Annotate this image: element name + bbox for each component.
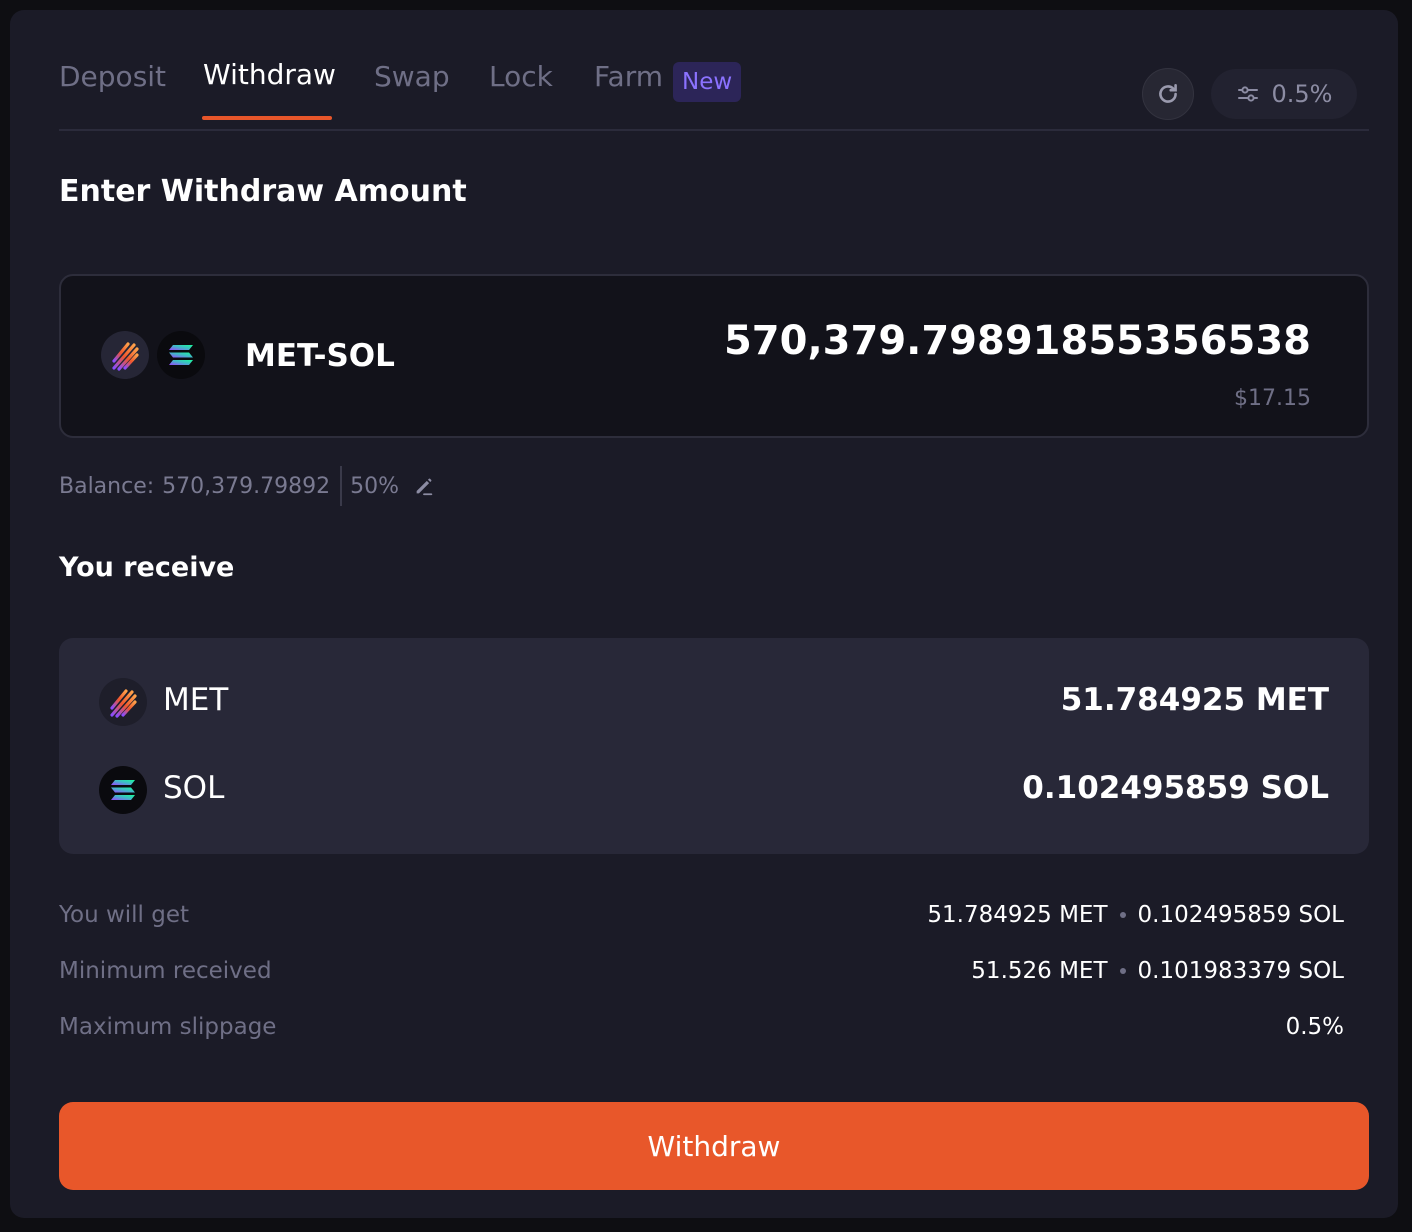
receive-amount-sol: 0.102495859 SOL xyxy=(1022,770,1329,806)
new-badge: New xyxy=(673,62,742,102)
separator-dot xyxy=(1119,968,1126,974)
slippage-value: 0.5% xyxy=(1271,80,1333,108)
balance-label: Balance: xyxy=(59,473,155,499)
balance-row: Balance: 570,379.79892 50% xyxy=(59,466,435,506)
met-token-icon xyxy=(101,331,149,379)
met-token-icon xyxy=(99,678,147,726)
sliders-icon xyxy=(1237,86,1258,102)
receive-token-met: MET xyxy=(163,682,229,718)
max-slippage-label: Maximum slippage xyxy=(59,1014,277,1040)
you-will-get-label: You will get xyxy=(59,902,190,928)
minimum-received-sol: 0.101983379 SOL xyxy=(1137,958,1344,984)
receive-card: MET 51.784925 MET SOL 0.102495859 SOL xyxy=(59,638,1369,854)
minimum-received-met: 51.526 MET xyxy=(971,958,1108,984)
pair-name: MET-SOL xyxy=(245,338,395,374)
minimum-received-label: Minimum received xyxy=(59,958,272,984)
receive-token-sol: SOL xyxy=(163,770,225,806)
you-will-get-met: 51.784925 MET xyxy=(927,902,1108,928)
pencil-icon[interactable] xyxy=(413,475,435,497)
refresh-button[interactable] xyxy=(1142,68,1194,120)
withdraw-panel: Deposit Withdraw Swap Lock Farm New 0.5%… xyxy=(10,10,1398,1218)
you-will-get-sol: 0.102495859 SOL xyxy=(1137,902,1344,928)
withdraw-button[interactable]: Withdraw xyxy=(59,1102,1369,1190)
percent-button[interactable]: 50% xyxy=(350,474,399,499)
tab-farm[interactable]: Farm xyxy=(594,60,663,93)
max-slippage-value: 0.5% xyxy=(1285,1014,1344,1040)
tab-lock[interactable]: Lock xyxy=(489,60,553,93)
minimum-received-value: 51.526 MET 0.101983379 SOL xyxy=(971,958,1344,984)
tab-withdraw[interactable]: Withdraw xyxy=(203,58,336,91)
active-tab-indicator xyxy=(202,116,332,120)
withdraw-amount-card: MET-SOL $17.15 xyxy=(59,274,1369,438)
balance-value[interactable]: 570,379.79892 xyxy=(162,474,330,499)
receive-amount-met: 51.784925 MET xyxy=(1060,682,1329,718)
receive-title: You receive xyxy=(59,552,235,583)
separator-dot xyxy=(1119,912,1126,918)
usd-value: $17.15 xyxy=(1234,386,1311,411)
withdraw-title: Enter Withdraw Amount xyxy=(59,174,467,209)
you-will-get-value: 51.784925 MET 0.102495859 SOL xyxy=(927,902,1344,928)
refresh-icon xyxy=(1159,84,1177,103)
tab-swap[interactable]: Swap xyxy=(374,60,450,93)
balance-divider xyxy=(340,466,343,506)
sol-token-icon xyxy=(157,331,205,379)
sol-token-icon xyxy=(99,766,147,814)
tab-deposit[interactable]: Deposit xyxy=(59,60,166,93)
withdraw-amount-input[interactable] xyxy=(611,318,1311,364)
slippage-settings-button[interactable]: 0.5% xyxy=(1211,69,1357,119)
